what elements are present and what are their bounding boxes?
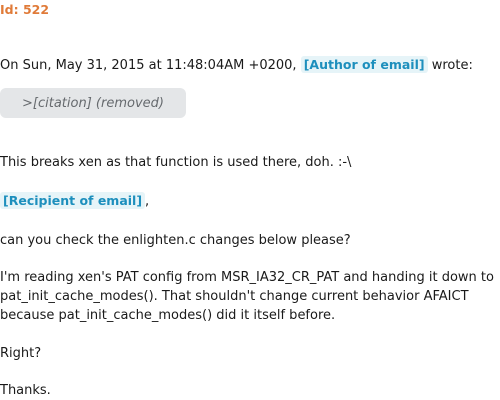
body-para-line-2: pat_init_cache_modes(). That shouldn't c…: [0, 289, 469, 304]
attribution-prefix: On Sun, May 31, 2015 at 11:48:04AM +0200…: [0, 58, 301, 73]
attribution-suffix: wrote:: [427, 58, 473, 73]
recipient-line: [Recipient of email],: [0, 192, 150, 209]
author-tag: [Author of email]: [300, 56, 428, 73]
body-line-3: Right?: [0, 346, 42, 361]
email-id: Id: 522: [0, 2, 50, 17]
body-line-4: Thanks.: [0, 383, 51, 398]
citation-block: >[citation] (removed): [0, 88, 186, 118]
body-para-line-3: because pat_init_cache_modes() did it it…: [0, 308, 336, 323]
email-document: Id: 522 On Sun, May 31, 2015 at 11:48:04…: [0, 0, 500, 400]
recipient-tag: [Recipient of email]: [0, 192, 146, 209]
attribution-line: On Sun, May 31, 2015 at 11:48:04AM +0200…: [0, 56, 473, 73]
body-line-2: can you check the enlighten.c changes be…: [0, 233, 351, 248]
body-line-1: This breaks xen as that function is used…: [0, 155, 352, 170]
body-para-line-1: I'm reading xen's PAT config from MSR_IA…: [0, 270, 494, 285]
recipient-suffix: ,: [145, 194, 150, 209]
